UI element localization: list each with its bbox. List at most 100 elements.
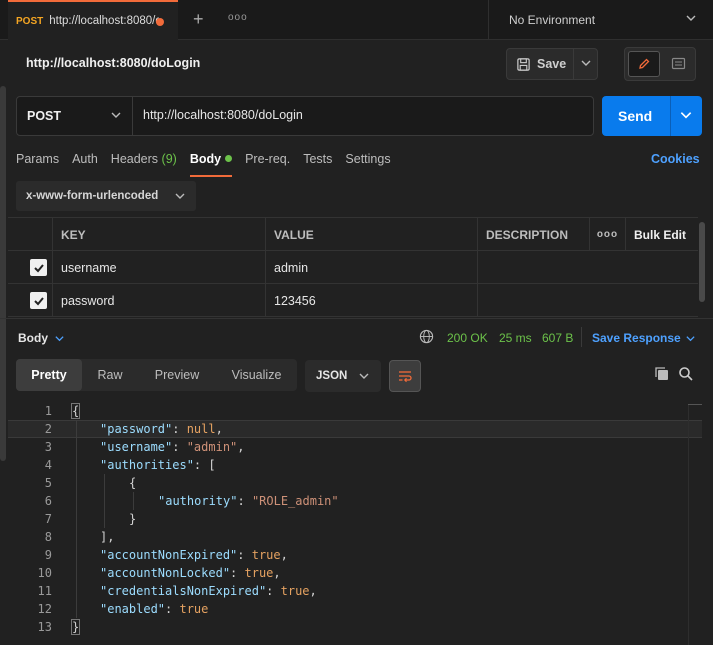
code-line: 11 "credentialsNonExpired": true,: [37, 584, 317, 598]
more-tabs-icon[interactable]: ooo: [228, 12, 248, 23]
tab-title: http://localhost:8080/doLogin: [49, 15, 159, 27]
response-section-label: Body: [18, 331, 48, 345]
format-raw[interactable]: Raw: [82, 359, 138, 391]
new-tab-plus-icon[interactable]: +: [193, 10, 204, 28]
method-select[interactable]: POST: [17, 97, 133, 135]
send-label: Send: [618, 108, 653, 124]
row-key: username: [61, 260, 117, 275]
body-type-select[interactable]: x-www-form-urlencoded: [16, 181, 196, 211]
code-line: 10 "accountNonLocked": true,: [37, 566, 281, 580]
tab-tests[interactable]: Tests: [303, 152, 332, 176]
row-checkbox[interactable]: [30, 292, 47, 309]
checkmark-icon: [33, 263, 44, 272]
tab-body[interactable]: Body: [189, 152, 233, 177]
code-line: 1 {: [44, 403, 81, 419]
status-code: 200 OK: [447, 331, 488, 345]
chevron-down-icon: [686, 15, 696, 21]
tab-method: POST: [16, 15, 44, 27]
request-tabs: Params Auth Headers (9) Body Pre-req. Te…: [16, 152, 404, 177]
code-line: 4 "authorities": [: [44, 458, 216, 472]
code-line: 8 ],: [44, 530, 115, 544]
environment-label: No Environment: [509, 13, 596, 27]
tab-pre-request[interactable]: Pre-req.: [245, 152, 290, 176]
chevron-down-icon: [175, 193, 185, 199]
pencil-icon: [639, 58, 650, 69]
body-type-value: x-www-form-urlencoded: [26, 190, 159, 202]
column-value: VALUE: [266, 218, 478, 251]
copy-icon[interactable]: [654, 366, 670, 382]
code-line: 2 "password": null,: [8, 420, 702, 438]
request-tab[interactable]: POST http://localhost:8080/doLogin: [8, 0, 178, 40]
params-scrollbar[interactable]: [699, 222, 705, 302]
view-mode-toggle[interactable]: [624, 47, 696, 81]
column-key: KEY: [53, 218, 266, 251]
save-response-button[interactable]: Save Response: [592, 331, 696, 345]
tab-headers-label: Headers: [110, 152, 159, 166]
response-code-editor[interactable]: 1 { 2 "password": null, 3 "username": "a…: [8, 400, 702, 645]
send-button[interactable]: Send: [602, 96, 702, 136]
language-value: JSON: [316, 370, 348, 382]
unsaved-dot-icon: [156, 18, 164, 26]
row-value: 123456: [274, 293, 316, 308]
table-header-row: KEY VALUE DESCRIPTION ooo Bulk Edit: [8, 218, 698, 251]
column-description: DESCRIPTION: [478, 218, 590, 251]
row-value: admin: [274, 260, 309, 275]
code-line: 12 "enabled": true: [37, 602, 209, 616]
method-value: POST: [27, 109, 62, 123]
edit-mode-button[interactable]: [628, 51, 660, 77]
search-icon[interactable]: [678, 366, 694, 382]
save-response-label: Save Response: [592, 331, 681, 345]
format-visualize[interactable]: Visualize: [216, 359, 297, 391]
headers-count: (9): [161, 152, 177, 166]
environment-select[interactable]: No Environment: [488, 0, 713, 40]
tab-settings[interactable]: Settings: [345, 152, 390, 176]
left-scrollbar[interactable]: [0, 86, 6, 461]
format-preview[interactable]: Preview: [138, 359, 216, 391]
row-description[interactable]: [478, 251, 698, 284]
comment-icon: [671, 57, 685, 70]
bulk-edit-button[interactable]: Bulk Edit: [626, 218, 698, 251]
wrap-lines-icon: [399, 371, 412, 383]
tab-body-label: Body: [189, 152, 222, 166]
chevron-down-icon[interactable]: [580, 57, 592, 69]
tab-headers[interactable]: Headers (9): [111, 152, 177, 176]
response-time: 25 ms: [499, 331, 532, 345]
request-title: http://localhost:8080/doLogin: [26, 56, 201, 70]
response-bar: Body 200 OK 25 ms 607 B Save Response: [0, 318, 713, 354]
response-section-select[interactable]: Body: [18, 331, 65, 345]
chevron-down-icon: [359, 373, 369, 379]
url-bar: POST http://localhost:8080/doLogin: [16, 96, 594, 136]
row-description[interactable]: [478, 284, 698, 317]
code-line: 9 "accountNonExpired": true,: [44, 548, 288, 562]
table-row: username admin: [8, 251, 698, 284]
chevron-down-icon: [55, 336, 64, 342]
save-label: Save: [537, 57, 567, 71]
save-icon: [517, 57, 530, 71]
params-table: KEY VALUE DESCRIPTION ooo Bulk Edit user…: [8, 217, 698, 317]
response-size: 607 B: [542, 331, 574, 345]
code-line: 5 {: [44, 476, 137, 490]
format-pretty[interactable]: Pretty: [16, 359, 82, 391]
chevron-down-icon[interactable]: [679, 108, 693, 122]
code-line: 13 }: [37, 619, 81, 635]
body-active-dot-icon: [225, 155, 233, 163]
tab-auth[interactable]: Auth: [72, 152, 98, 176]
code-line: 7 }: [44, 512, 137, 526]
more-options-icon[interactable]: ooo: [590, 218, 626, 251]
globe-icon[interactable]: [419, 329, 434, 344]
url-input[interactable]: http://localhost:8080/doLogin: [143, 108, 303, 122]
tab-bar: POST http://localhost:8080/doLogin + ooo…: [0, 0, 713, 40]
language-select[interactable]: JSON: [305, 360, 381, 392]
tab-params[interactable]: Params: [16, 152, 59, 176]
response-format-tabs: Pretty Raw Preview Visualize: [16, 359, 297, 391]
wrap-lines-button[interactable]: [389, 360, 421, 392]
cookies-link[interactable]: Cookies: [651, 152, 700, 166]
comment-mode-button[interactable]: [663, 51, 693, 77]
save-button[interactable]: Save: [506, 48, 598, 80]
row-checkbox[interactable]: [30, 259, 47, 276]
chevron-down-icon: [111, 112, 121, 118]
chevron-down-icon: [686, 336, 695, 342]
row-key: password: [61, 293, 115, 308]
table-row: password 123456: [8, 284, 698, 317]
code-line: 6 "authority": "ROLE_admin": [44, 494, 339, 508]
